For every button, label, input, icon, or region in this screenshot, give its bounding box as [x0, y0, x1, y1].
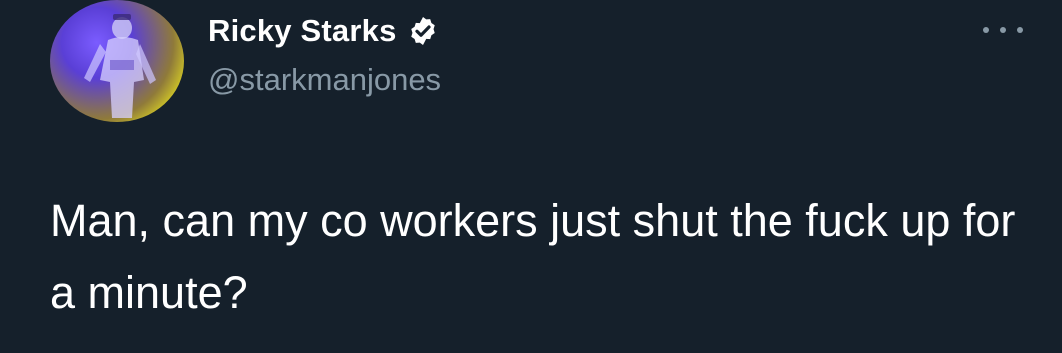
author-name-row: Ricky Starks [208, 10, 441, 52]
more-dot [1017, 27, 1023, 33]
tweet-body-text: Man, can my co workers just shut the fuc… [50, 195, 1016, 318]
author-handle[interactable]: @starkmanjones [208, 62, 441, 98]
more-dot [1000, 27, 1006, 33]
tweet-card: Ricky Starks @starkmanjones Man, can my … [0, 0, 1062, 353]
author-display-name[interactable]: Ricky Starks [208, 13, 397, 49]
avatar-photo [84, 14, 156, 118]
tweet-header: Ricky Starks @starkmanjones [208, 10, 441, 98]
more-dot [983, 27, 989, 33]
author-avatar[interactable] [50, 0, 184, 122]
verified-badge-icon [407, 15, 439, 47]
more-options-icon[interactable] [983, 20, 1023, 40]
